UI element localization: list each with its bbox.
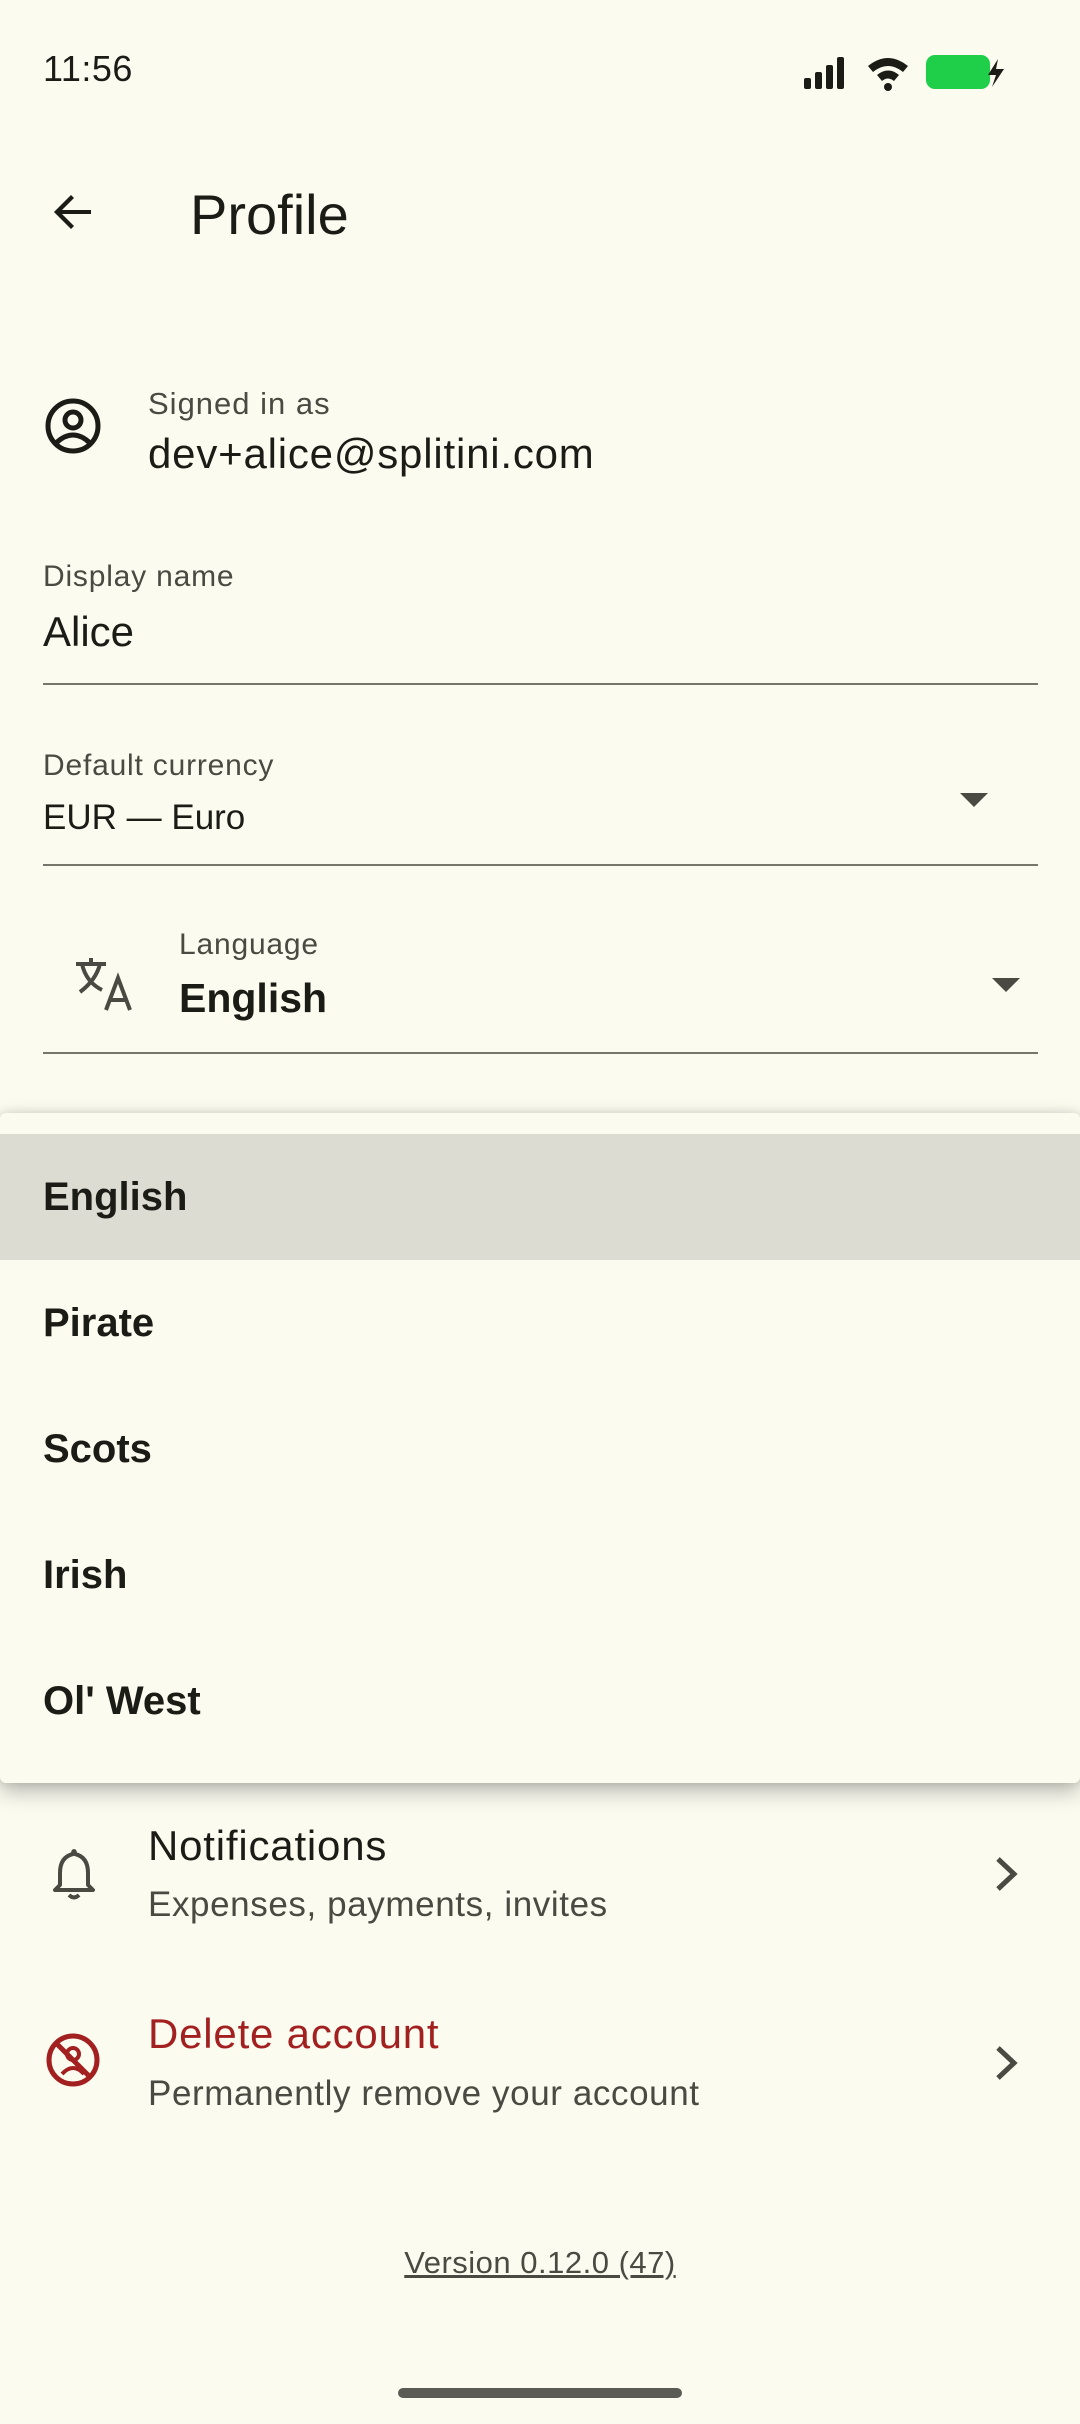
menu-item-pirate[interactable]: Pirate bbox=[0, 1260, 1080, 1386]
arrow-back-icon bbox=[54, 195, 91, 229]
display-name-label: Display name bbox=[43, 560, 235, 593]
chevron-right-icon[interactable] bbox=[992, 2042, 1022, 2084]
notifications-subtitle: Expenses, payments, invites bbox=[148, 1885, 608, 1924]
currency-select[interactable]: EUR — Euro bbox=[43, 798, 245, 838]
back-button[interactable] bbox=[33, 172, 113, 252]
language-label: Language bbox=[179, 928, 319, 961]
status-time: 11:56 bbox=[43, 48, 133, 89]
version-link[interactable]: Version 0.12.0 (47) bbox=[0, 2245, 1080, 2281]
signed-in-label: Signed in as bbox=[148, 386, 331, 421]
delete-account-subtitle: Permanently remove your account bbox=[148, 2074, 700, 2113]
language-menu: English Pirate Scots Irish Ol' West bbox=[0, 1113, 1080, 1783]
language-underline bbox=[43, 1052, 1038, 1054]
account-circle-icon bbox=[40, 393, 106, 459]
battery-charging-icon bbox=[926, 55, 1004, 89]
home-indicator[interactable] bbox=[398, 2388, 682, 2398]
menu-item-english[interactable]: English bbox=[0, 1134, 1080, 1260]
language-dropdown-arrow-icon[interactable] bbox=[990, 975, 1022, 995]
bell-icon bbox=[44, 1843, 104, 1903]
notifications-title[interactable]: Notifications bbox=[148, 1822, 387, 1870]
status-icons bbox=[802, 52, 1012, 92]
display-name-input[interactable]: Alice bbox=[43, 608, 134, 656]
menu-item-irish[interactable]: Irish bbox=[0, 1512, 1080, 1638]
page-title: Profile bbox=[190, 183, 349, 246]
currency-dropdown-arrow-icon[interactable] bbox=[958, 790, 990, 810]
language-select[interactable]: English bbox=[179, 975, 327, 1022]
currency-label: Default currency bbox=[43, 749, 275, 782]
menu-item-ol-west[interactable]: Ol' West bbox=[0, 1638, 1080, 1764]
menu-item-scots[interactable]: Scots bbox=[0, 1386, 1080, 1512]
signed-in-email: dev+alice@splitini.com bbox=[148, 430, 595, 477]
translate-icon bbox=[72, 952, 136, 1016]
wifi-icon bbox=[868, 58, 908, 91]
delete-account-title[interactable]: Delete account bbox=[148, 2010, 439, 2058]
display-name-underline bbox=[43, 683, 1038, 685]
signal-icon bbox=[804, 57, 844, 89]
delete-account-icon bbox=[43, 2030, 103, 2090]
currency-underline bbox=[43, 864, 1038, 866]
chevron-right-icon[interactable] bbox=[992, 1853, 1022, 1895]
